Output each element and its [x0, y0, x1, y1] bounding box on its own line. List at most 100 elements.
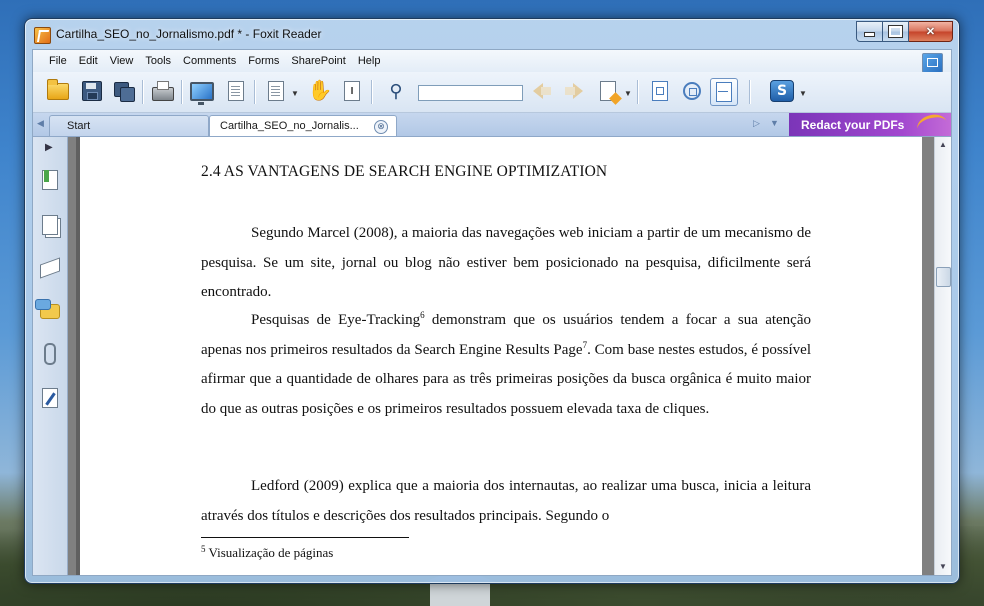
redact-promo-banner[interactable]: Redact your PDFs	[789, 111, 951, 140]
tab-document[interactable]: Cartilha_SEO_no_Jornalis... ⊗	[209, 115, 397, 136]
tab-scroll-right-icon[interactable]: ▷	[753, 118, 760, 129]
scroll-down-icon[interactable]: ▼	[935, 559, 951, 575]
menu-edit[interactable]: Edit	[73, 55, 104, 67]
toolbar-separator	[142, 80, 143, 104]
paragraph: Ledford (2009) explica que a maioria dos…	[201, 472, 811, 531]
navigation-panel: ▶	[33, 137, 68, 575]
menu-view[interactable]: View	[104, 55, 140, 67]
pages-button[interactable]	[40, 215, 60, 235]
scrollbar-thumb[interactable]	[936, 267, 951, 287]
tab-list-icon[interactable]: ▼	[770, 118, 779, 128]
menu-sharepoint[interactable]: SharePoint	[285, 55, 351, 67]
footnote-text: Visualização de páginas	[205, 545, 334, 560]
expand-panel-icon[interactable]: ▶	[45, 142, 53, 153]
hand-icon: ✋	[307, 80, 333, 102]
attachments-button[interactable]	[40, 343, 60, 365]
scroll-up-icon[interactable]: ▲	[935, 137, 951, 153]
toolbar-separator	[371, 80, 372, 104]
chevron-down-icon[interactable]: ▼	[624, 89, 632, 98]
tab-scroll-left-icon[interactable]: ◀	[37, 118, 44, 129]
pages-icon	[42, 215, 58, 235]
paragraph: Pesquisas de Eye-Tracking6 demonstram qu…	[201, 306, 811, 424]
actual-size-button[interactable]	[647, 78, 673, 104]
fit-page-icon	[683, 82, 701, 100]
search-input[interactable]	[418, 85, 523, 101]
find-button[interactable]: ⚲	[383, 78, 409, 104]
close-button[interactable]: ✕	[909, 21, 953, 42]
paragraph-text: Segundo Marcel (2008), a maioria das nav…	[201, 225, 811, 300]
tab-start[interactable]: Start	[49, 115, 209, 136]
signatures-button[interactable]	[40, 388, 60, 408]
chevron-down-icon[interactable]: ▼	[291, 89, 299, 98]
maximize-button[interactable]	[883, 21, 909, 42]
signature-icon	[42, 388, 58, 408]
save-icon	[82, 81, 102, 101]
document-properties-icon	[228, 81, 244, 101]
tab-start-label: Start	[67, 120, 91, 132]
open-button[interactable]	[45, 78, 71, 104]
vertical-scrollbar[interactable]: ▲ ▼	[934, 137, 951, 575]
menu-file[interactable]: File	[43, 55, 73, 67]
paragraph: Segundo Marcel (2008), a maioria das nav…	[201, 219, 811, 308]
find-previous-button[interactable]	[529, 78, 555, 104]
fit-width-icon	[716, 82, 732, 102]
page-icon	[268, 81, 284, 101]
background-house	[424, 568, 496, 606]
client-area: File Edit View Tools Comments Forms Shar…	[32, 49, 952, 576]
main-toolbar: ▼ ✋ I ⚲ ▼ S ▼	[33, 72, 951, 113]
save-all-button[interactable]	[111, 78, 137, 104]
layers-icon	[40, 257, 60, 279]
restore-document-button[interactable]	[922, 53, 943, 73]
window-title: Cartilha_SEO_no_Jornalismo.pdf * - Foxit…	[56, 27, 322, 41]
chevron-down-icon[interactable]: ▼	[799, 89, 807, 98]
bookmarks-button[interactable]	[40, 170, 60, 190]
menu-bar: File Edit View Tools Comments Forms Shar…	[33, 50, 951, 73]
paperclip-icon	[44, 343, 56, 365]
open-folder-icon	[47, 78, 69, 100]
select-text-button[interactable]: I	[339, 78, 365, 104]
select-text-icon: I	[344, 81, 360, 101]
comment-tools-icon	[600, 81, 616, 101]
fit-page-button[interactable]	[679, 78, 705, 104]
pdf-page: 2.4 AS VANTAGENS DE SEARCH ENGINE OPTIMI…	[76, 137, 922, 575]
menu-tools[interactable]: Tools	[139, 55, 177, 67]
layers-button[interactable]	[40, 257, 60, 279]
print-button[interactable]	[150, 78, 176, 104]
comment-tools-button[interactable]	[595, 78, 621, 104]
toolbar-separator	[254, 80, 255, 104]
comments-button[interactable]	[35, 298, 60, 321]
screen-capture-button[interactable]	[189, 78, 215, 105]
monitor-icon	[190, 81, 214, 105]
footnote-divider	[201, 537, 409, 538]
save-button[interactable]	[79, 78, 105, 104]
foxit-app-icon[interactable]	[34, 27, 51, 44]
binoculars-icon: ⚲	[389, 81, 403, 101]
menu-comments[interactable]: Comments	[177, 55, 242, 67]
properties-button[interactable]	[223, 78, 249, 104]
hand-tool-button[interactable]: ✋	[307, 78, 333, 104]
paragraph-text: Pesquisas de Eye-Tracking	[251, 312, 421, 328]
page-button[interactable]	[263, 78, 289, 104]
sharepoint-icon: S	[770, 80, 794, 102]
section-heading: 2.4 AS VANTAGENS DE SEARCH ENGINE OPTIMI…	[201, 163, 608, 180]
footnote: 5 Visualização de páginas	[201, 545, 333, 561]
menu-forms[interactable]: Forms	[242, 55, 285, 67]
promo-label: Redact your PDFs	[801, 117, 905, 132]
close-tab-icon[interactable]: ⊗	[374, 120, 388, 134]
minimize-icon	[864, 32, 875, 37]
title-bar[interactable]: Cartilha_SEO_no_Jornalismo.pdf * - Foxit…	[25, 19, 959, 49]
find-previous-icon	[533, 83, 551, 99]
actual-size-icon	[652, 81, 668, 101]
document-viewport[interactable]: 2.4 AS VANTAGENS DE SEARCH ENGINE OPTIMI…	[68, 137, 935, 575]
find-next-button[interactable]	[561, 78, 587, 104]
foxit-sharepoint-button[interactable]: S	[769, 78, 795, 104]
paragraph-text: Ledford (2009) explica que a maioria dos…	[201, 478, 811, 524]
save-all-icon	[114, 82, 135, 102]
fit-width-button[interactable]	[710, 78, 738, 106]
minimize-button[interactable]	[856, 21, 883, 42]
menu-help[interactable]: Help	[352, 55, 387, 67]
tab-document-label: Cartilha_SEO_no_Jornalis...	[220, 120, 359, 132]
document-tab-bar: ◀ Start Cartilha_SEO_no_Jornalis... ⊗ ▷ …	[33, 111, 951, 140]
toolbar-separator	[637, 80, 638, 104]
find-next-icon	[565, 83, 583, 99]
